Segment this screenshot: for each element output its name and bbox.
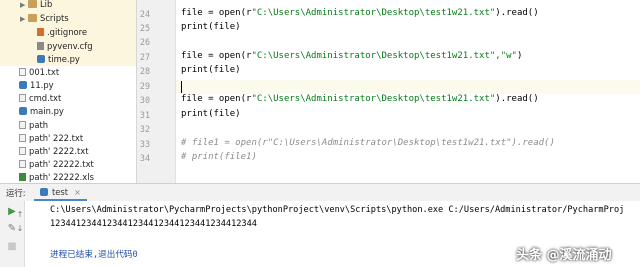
line-number-gutter: 24 25 26 27 28 29 30 31 32 33 34 <box>137 0 175 183</box>
tree-item-time-py[interactable]: time.py <box>37 53 80 66</box>
code-line[interactable]: print(file) <box>181 65 241 75</box>
code-line[interactable]: file = open(r"C:\Users\Administrator\Des… <box>181 8 539 18</box>
gitignore-file-icon <box>37 28 44 36</box>
tree-item-path-22222-xls[interactable]: path' 22222.xls <box>19 171 94 183</box>
scroll-up-icon[interactable]: ↑ <box>16 209 24 221</box>
text-caret <box>181 81 182 93</box>
console-command-line: C:\Users\Administrator\PycharmProjects\p… <box>50 205 625 215</box>
chevron-right-icon[interactable]: ▶ <box>20 0 28 12</box>
tree-item-path-2222-txt[interactable]: path' 2222.txt <box>19 145 89 158</box>
text-file-icon <box>19 134 26 142</box>
line-number: 24 <box>139 9 150 19</box>
spreadsheet-file-icon <box>19 173 26 181</box>
run-panel-label: 运行: <box>6 188 26 198</box>
scroll-down-icon[interactable]: ↓ <box>16 223 24 235</box>
line-number: 31 <box>139 110 150 120</box>
run-toolbar: ▶ ↑ ✎ ↓ ■ <box>0 201 25 267</box>
tree-item-scripts[interactable]: ▶ Scripts <box>20 12 69 25</box>
tree-item-path[interactable]: path <box>19 119 48 132</box>
code-line[interactable]: file = open(r"C:\Users\Administrator\Des… <box>181 51 522 61</box>
run-panel-header: 运行: test × <box>0 183 640 201</box>
tree-item-main-py[interactable]: main.py <box>19 105 64 118</box>
code-comment-line[interactable]: # print(file1) <box>181 152 257 162</box>
tree-item-cmd-txt[interactable]: cmd.txt <box>19 92 61 105</box>
python-file-icon <box>19 81 27 89</box>
folder-icon <box>28 14 37 22</box>
current-line-highlight <box>176 80 640 94</box>
code-editor[interactable]: file = open(r"C:\Users\Administrator\Des… <box>176 0 640 183</box>
tree-item-11-py[interactable]: 11.py <box>19 79 54 92</box>
stop-button[interactable]: ■ <box>6 241 18 253</box>
tree-item-lib[interactable]: ▶ Lib <box>20 0 52 11</box>
text-file-icon <box>19 147 26 155</box>
tree-item-pyvenv-cfg[interactable]: pyvenv.cfg <box>37 40 93 53</box>
line-number: 26 <box>139 37 150 47</box>
tree-item-path-222-txt[interactable]: path' 222.txt <box>19 132 83 145</box>
line-number: 27 <box>139 52 150 62</box>
watermark: 头条 @溪流涌动 <box>516 248 612 263</box>
line-number: 30 <box>139 95 150 105</box>
text-file-icon <box>19 68 26 76</box>
console-exit-message: 进程已结束,退出代码0 <box>50 250 138 260</box>
line-number: 32 <box>139 124 150 134</box>
line-number: 34 <box>139 153 150 163</box>
tree-item-path-22222-txt[interactable]: path' 22222.txt <box>19 158 94 171</box>
tree-item-001-txt[interactable]: 001.txt <box>19 66 59 79</box>
config-file-icon <box>37 42 44 50</box>
python-file-icon <box>19 107 27 115</box>
chevron-right-icon[interactable]: ▶ <box>20 13 28 26</box>
close-icon[interactable]: × <box>74 188 81 197</box>
line-number: 28 <box>139 66 150 76</box>
python-file-icon <box>40 188 48 196</box>
tree-item-gitignore[interactable]: .gitignore <box>37 26 87 39</box>
code-line[interactable]: print(file) <box>181 109 241 119</box>
code-comment-line[interactable]: # file1 = open(r"C:\Users\Administrator\… <box>181 138 555 148</box>
console-output-line: 1234412344123441234412344123441234412344 <box>50 219 257 229</box>
line-number: 25 <box>139 23 150 33</box>
text-file-icon <box>19 160 26 168</box>
python-file-icon <box>37 55 45 63</box>
project-tree: ▶ Lib ▶ Scripts .gitignore pyvenv.cfg time… <box>0 0 136 183</box>
line-number: 33 <box>139 139 150 149</box>
text-file-icon <box>19 94 26 102</box>
folder-icon <box>28 0 37 8</box>
line-number: 29 <box>139 81 150 91</box>
code-line[interactable]: print(file) <box>181 22 241 32</box>
run-tab-test[interactable]: test × <box>34 184 87 201</box>
code-line[interactable]: file = open(r"C:\Users\Administrator\Des… <box>181 94 539 104</box>
text-file-icon <box>19 121 26 129</box>
